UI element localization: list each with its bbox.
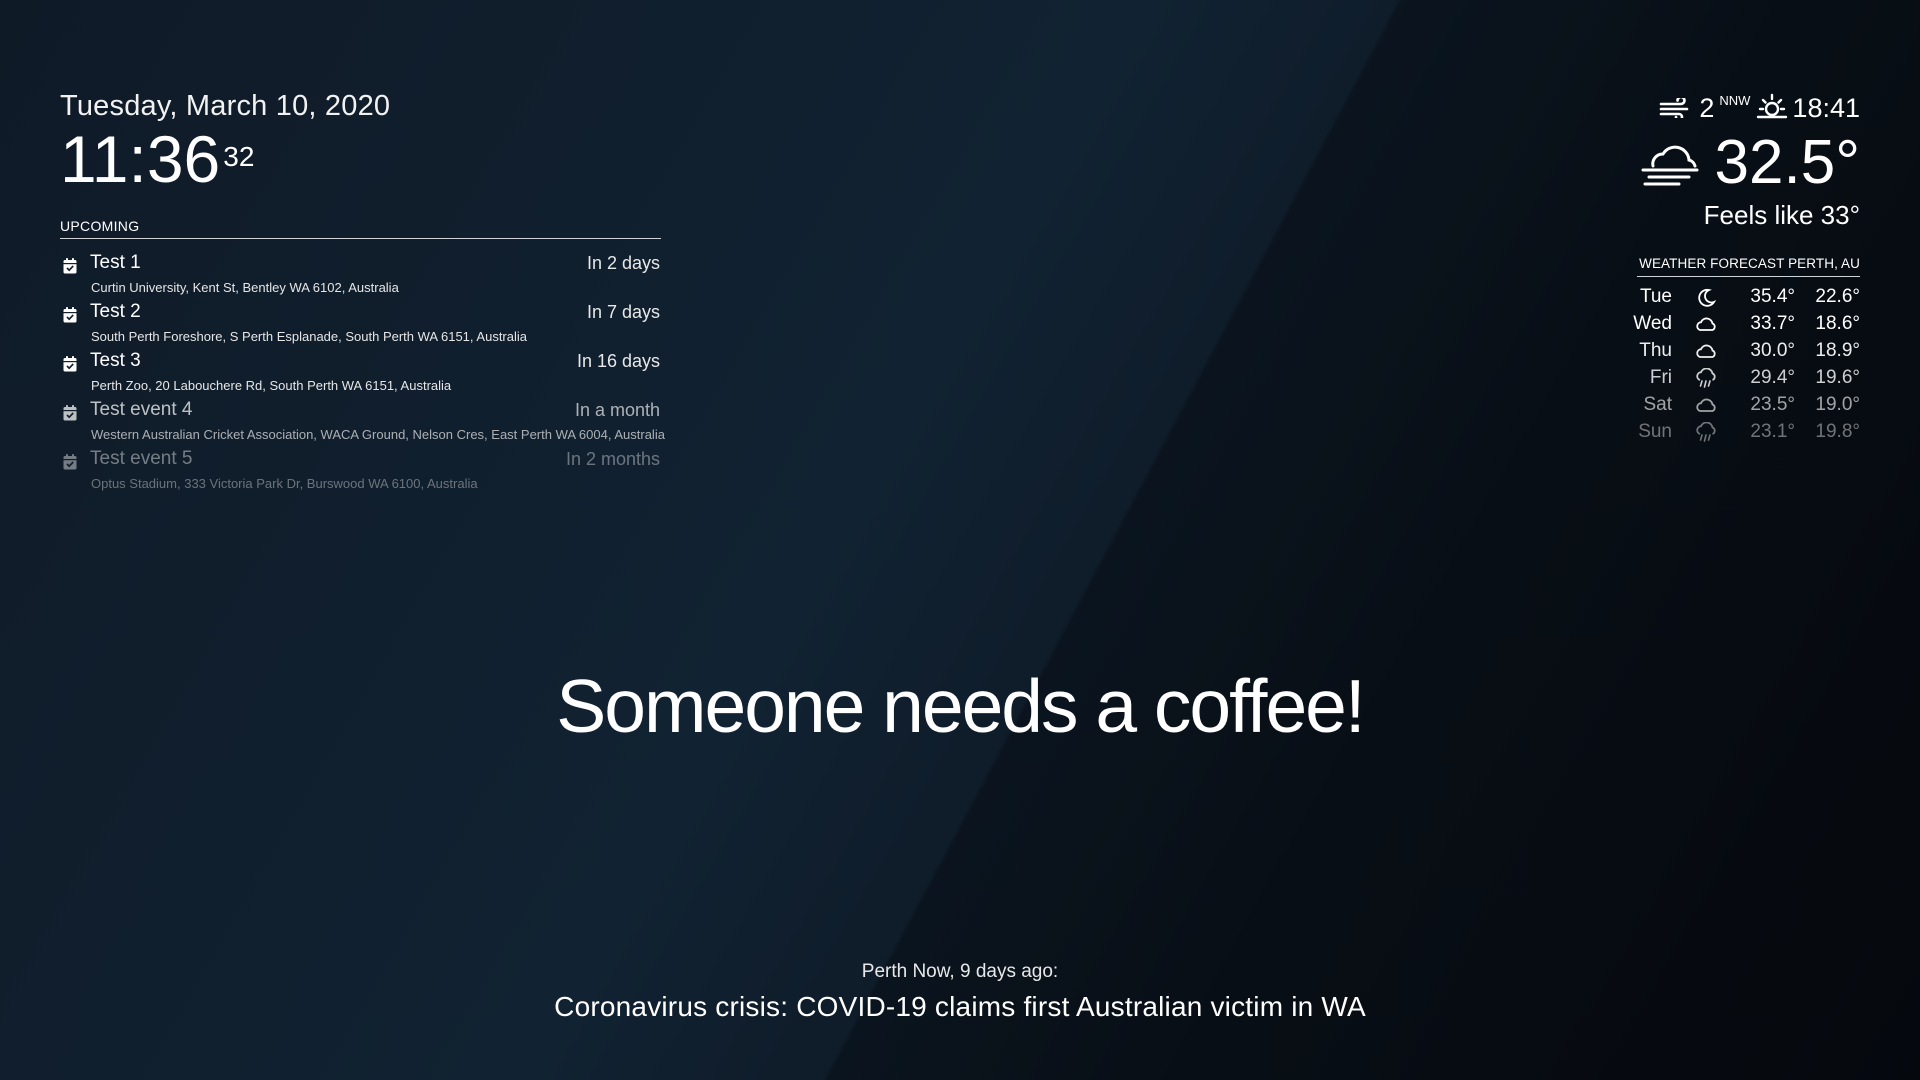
wind-speed: 2 <box>1699 92 1715 123</box>
cloud-icon <box>1696 344 1716 358</box>
calendar-module: UPCOMING Test 1 In 2 days Curtin Univers… <box>60 218 665 496</box>
forecast-day: Sun <box>1638 421 1672 442</box>
event-relative-time: In a month <box>574 400 660 420</box>
newsfeed-module: Perth Now, 9 days ago: Coronavirus crisi… <box>0 960 1920 1024</box>
event-relative-time: In 16 days <box>576 351 660 371</box>
forecast-row: Fri 29.4° 19.6° <box>1637 364 1860 391</box>
rain-icon <box>1696 422 1716 442</box>
wind-icon <box>1660 98 1689 118</box>
forecast-table: Tue 35.4° 22.6° Wed 33.7° 18.6° Thu 30.0… <box>1633 283 1860 445</box>
clock-date: Tuesday, March 10, 2020 <box>60 90 391 122</box>
event-relative-time: In 2 months <box>565 449 660 469</box>
forecast-min-temp: 19.0° <box>1815 394 1860 415</box>
calendar-event: Test 3 In 16 days Perth Zoo, 20 Labouche… <box>60 349 661 398</box>
forecast-row: Wed 33.7° 18.6° <box>1633 310 1860 337</box>
calendar-check-icon <box>63 356 77 372</box>
clock-hours-minutes: 11:36 <box>60 122 221 196</box>
forecast-row: Sun 23.1° 19.8° <box>1637 418 1860 445</box>
current-weather-module: 2 NNW 18:41 32.5° Feels like 33° <box>1440 90 1860 231</box>
forecast-max-temp: 30.0° <box>1750 340 1795 361</box>
event-title: Test 3 <box>90 350 141 371</box>
calendar-event: Test event 5 In 2 months Optus Stadium, … <box>60 447 661 496</box>
current-temperature: 32.5° <box>1714 128 1860 197</box>
event-title: Test 1 <box>90 252 141 273</box>
forecast-max-temp: 35.4° <box>1750 286 1795 307</box>
forecast-max-temp: 33.7° <box>1750 313 1795 334</box>
cloud-wind-icon <box>1641 145 1699 186</box>
forecast-max-temp: 23.1° <box>1750 421 1795 442</box>
news-headline: Coronavirus crisis: COVID-19 claims firs… <box>554 991 1366 1022</box>
sunset-icon <box>1757 93 1788 119</box>
moon-icon <box>1698 288 1717 307</box>
forecast-row: Tue 35.4° 22.6° <box>1637 283 1860 310</box>
forecast-day: Thu <box>1639 340 1672 361</box>
event-location: Curtin University, Kent St, Bentley WA 6… <box>91 280 399 295</box>
calendar-event: Test event 4 In a month Western Australi… <box>60 398 665 447</box>
calendar-check-icon <box>63 307 77 323</box>
event-relative-time: In 2 days <box>586 253 660 273</box>
forecast-min-temp: 19.8° <box>1815 421 1860 442</box>
calendar-event: Test 1 In 2 days Curtin University, Kent… <box>60 251 661 300</box>
event-location: Western Australian Cricket Association, … <box>91 427 665 442</box>
weather-forecast-module: WEATHER FORECAST PERTH, AU Tue 35.4° 22.… <box>1633 256 1860 445</box>
calendar-check-icon <box>63 454 77 470</box>
event-location: Perth Zoo, 20 Labouchere Rd, South Perth… <box>91 378 452 393</box>
news-source: Perth Now, 9 days ago: <box>861 961 1059 982</box>
calendar-check-icon <box>63 405 77 421</box>
clock-time: 11:36 32 <box>60 126 390 192</box>
clock-module: Tuesday, March 10, 2020 11:36 32 <box>60 88 390 192</box>
forecast-max-temp: 29.4° <box>1750 367 1795 388</box>
event-title: Test 2 <box>90 301 141 322</box>
forecast-row: Thu 30.0° 18.9° <box>1637 337 1860 364</box>
forecast-min-temp: 18.9° <box>1815 340 1860 361</box>
event-location: South Perth Foreshore, S Perth Esplanade… <box>91 329 527 344</box>
forecast-day: Wed <box>1633 313 1672 334</box>
calendar-event: Test 2 In 7 days South Perth Foreshore, … <box>60 300 661 349</box>
compliment-text: Someone needs a coffee! <box>556 664 1365 748</box>
forecast-day: Sat <box>1643 394 1672 415</box>
sunset-time: 18:41 <box>1792 92 1860 123</box>
rain-icon <box>1696 368 1716 388</box>
forecast-row: Sat 23.5° 19.0° <box>1637 391 1860 418</box>
calendar-header: UPCOMING <box>60 218 661 239</box>
forecast-header: WEATHER FORECAST PERTH, AU <box>1637 256 1860 277</box>
clock-seconds: 32 <box>223 141 255 172</box>
cloud-icon <box>1696 317 1716 331</box>
forecast-day: Fri <box>1649 367 1672 388</box>
event-relative-time: In 7 days <box>586 302 660 322</box>
event-title: Test event 5 <box>90 448 193 469</box>
event-title: Test event 4 <box>90 399 193 420</box>
forecast-max-temp: 23.5° <box>1750 394 1795 415</box>
calendar-check-icon <box>63 258 77 274</box>
cloud-icon <box>1696 398 1716 412</box>
weather-temperature-row: 32.5° <box>1440 128 1860 198</box>
wind-direction: NNW <box>1719 92 1751 108</box>
forecast-min-temp: 22.6° <box>1815 286 1860 307</box>
calendar-event-list: Test 1 In 2 days Curtin University, Kent… <box>60 251 665 496</box>
feels-like: Feels like 33° <box>1703 200 1860 230</box>
weather-wind-sun-row: 2 NNW 18:41 <box>1440 90 1860 126</box>
forecast-day: Tue <box>1639 286 1672 307</box>
event-location: Optus Stadium, 333 Victoria Park Dr, Bur… <box>91 476 478 491</box>
forecast-min-temp: 19.6° <box>1815 367 1860 388</box>
forecast-min-temp: 18.6° <box>1815 313 1860 334</box>
